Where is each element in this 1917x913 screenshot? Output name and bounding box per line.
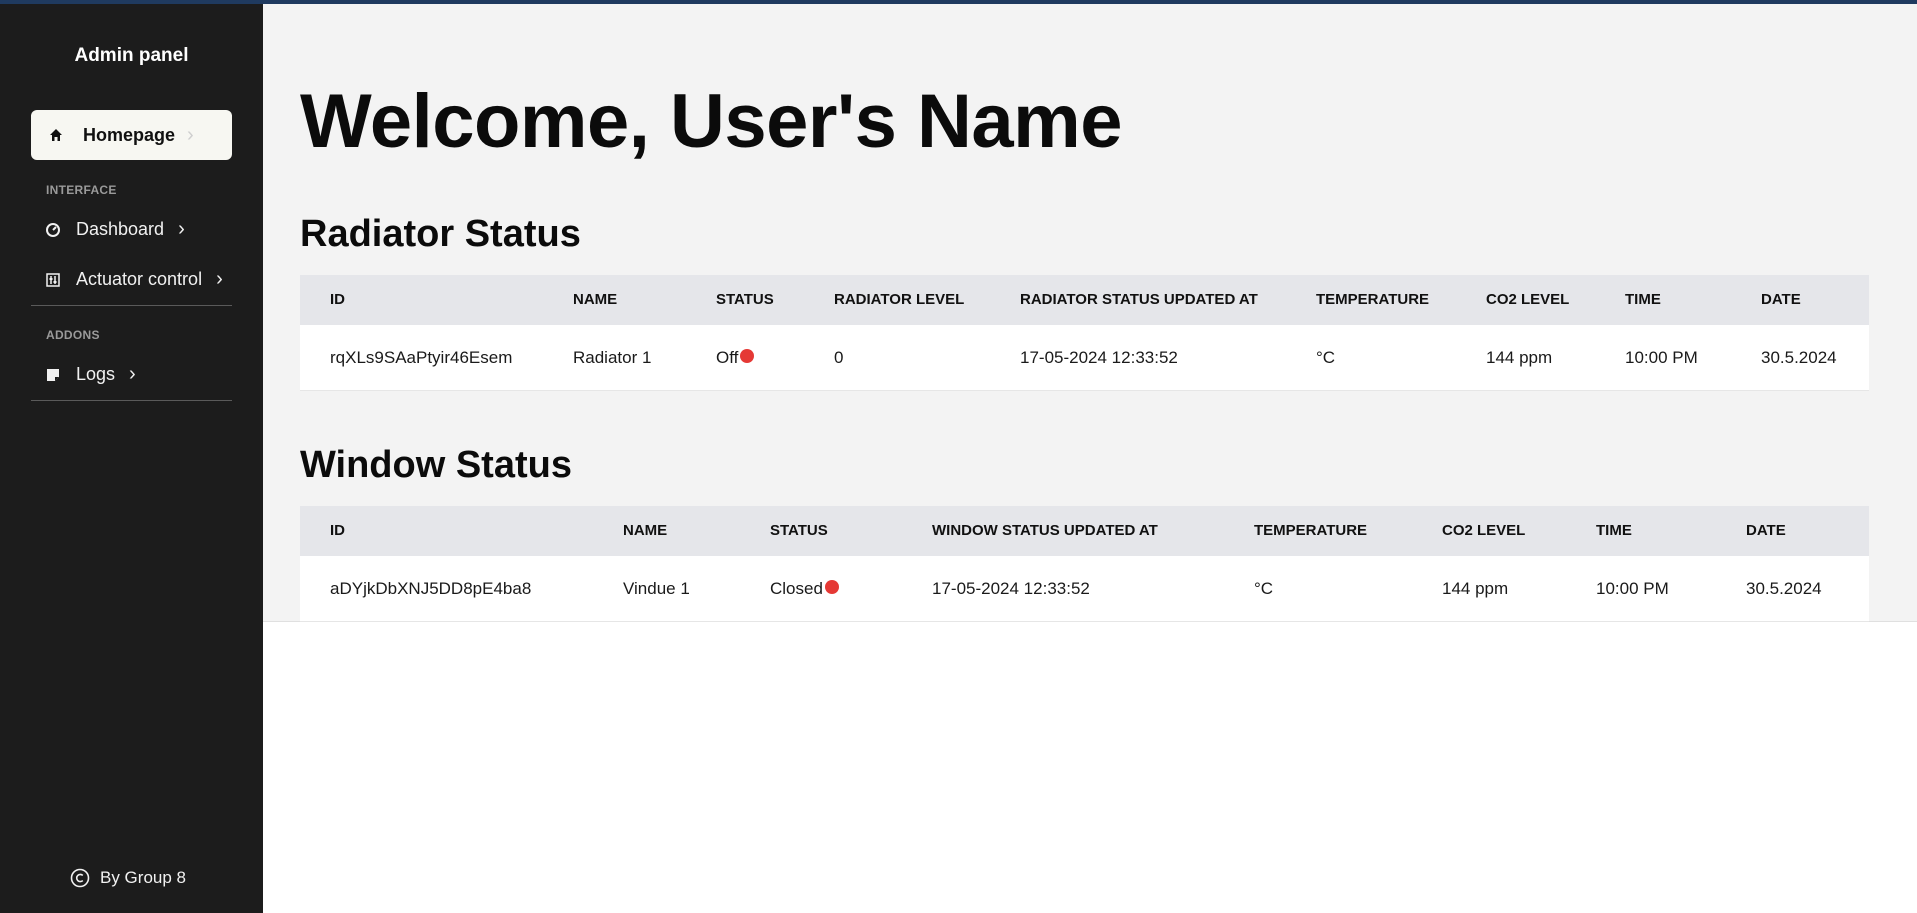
cell-co2-level: 144 ppm	[1442, 579, 1509, 598]
cell-temperature: °C	[1316, 348, 1336, 367]
copyright-icon	[70, 868, 90, 888]
cell-name: Radiator 1	[573, 348, 652, 367]
cell-date: 30.5.2024	[1746, 579, 1822, 598]
cell-status: Closed	[770, 556, 839, 621]
table-row: aDYjkDbXNJ5DD8pE4ba8 Vindue 1 Closed 17-…	[300, 556, 1869, 621]
cell-status: Off	[716, 325, 755, 390]
note-icon	[46, 368, 60, 382]
column-header: NAME	[573, 291, 618, 308]
column-header: TIME	[1625, 291, 1661, 308]
sidebar-item-label: Actuator control	[76, 269, 203, 289]
column-header: TEMPERATURE	[1316, 291, 1430, 308]
footer-text: By Group 8	[100, 868, 186, 887]
sidebar-item-label: Dashboard	[76, 219, 165, 239]
sidebar-divider	[31, 305, 232, 306]
cell-updated-at: 17-05-2024 12:33:52	[932, 579, 1090, 598]
sidebar-item-actuator-control[interactable]: Actuator control ›	[46, 268, 223, 291]
chevron-right-icon: ›	[187, 123, 194, 146]
home-icon	[49, 128, 63, 142]
sidebar: Admin panel Homepage › INTERFACE Dashboa…	[0, 0, 263, 913]
window-section-title: Window Status	[300, 444, 572, 486]
column-header: STATUS	[716, 291, 774, 308]
sidebar-footer: By Group 8	[70, 868, 186, 888]
cell-id: rqXLs9SAaPtyir46Esem	[330, 348, 513, 367]
sidebar-item-logs[interactable]: Logs ›	[46, 363, 136, 386]
section-label-interface: INTERFACE	[46, 183, 117, 197]
cell-updated-at: 17-05-2024 12:33:52	[1020, 348, 1178, 367]
cell-temperature: °C	[1254, 579, 1274, 598]
column-header: RADIATOR LEVEL	[834, 291, 965, 308]
table-header-row: ID NAME STATUS RADIATOR LEVEL RADIATOR S…	[300, 275, 1869, 325]
column-header: STATUS	[770, 522, 828, 539]
column-header: CO2 LEVEL	[1442, 522, 1526, 539]
section-label-addons: ADDONS	[46, 328, 100, 342]
cell-time: 10:00 PM	[1596, 579, 1669, 598]
top-accent-bar	[0, 0, 1917, 4]
radiator-section-title: Radiator Status	[300, 213, 581, 255]
status-dot-icon	[824, 579, 839, 594]
column-header: TIME	[1596, 522, 1632, 539]
cell-time: 10:00 PM	[1625, 348, 1698, 367]
cell-date: 30.5.2024	[1761, 348, 1837, 367]
sidebar-item-homepage[interactable]: Homepage ›	[31, 110, 232, 160]
column-header: DATE	[1761, 291, 1801, 308]
column-header: WINDOW STATUS UPDATED AT	[932, 522, 1158, 539]
status-dot-icon	[740, 348, 755, 363]
table-row: rqXLs9SAaPtyir46Esem Radiator 1 Off 0 17…	[300, 325, 1869, 390]
window-status-table: ID NAME STATUS WINDOW STATUS UPDATED AT …	[300, 506, 1869, 622]
column-header: NAME	[623, 522, 668, 539]
cell-radiator-level: 0	[834, 348, 844, 367]
cell-name: Vindue 1	[623, 579, 690, 598]
table-header-row: ID NAME STATUS WINDOW STATUS UPDATED AT …	[300, 506, 1869, 556]
chevron-right-icon: ›	[216, 268, 223, 290]
sidebar-item-dashboard[interactable]: Dashboard ›	[46, 218, 185, 241]
cell-id: aDYjkDbXNJ5DD8pE4ba8	[330, 579, 532, 598]
status-text: Off	[716, 348, 739, 367]
gauge-icon	[46, 222, 60, 237]
column-header: ID	[330, 291, 345, 308]
column-header: CO2 LEVEL	[1486, 291, 1570, 308]
radiator-status-table: ID NAME STATUS RADIATOR LEVEL RADIATOR S…	[300, 275, 1869, 391]
status-text: Closed	[770, 579, 823, 598]
column-header: RADIATOR STATUS UPDATED AT	[1020, 291, 1258, 308]
column-header: TEMPERATURE	[1254, 522, 1368, 539]
column-header: ID	[330, 522, 345, 539]
cell-co2-level: 144 ppm	[1486, 348, 1553, 367]
column-header: DATE	[1746, 522, 1786, 539]
chevron-right-icon: ›	[178, 218, 185, 240]
chevron-right-icon: ›	[129, 363, 136, 385]
brand-title: Admin panel	[74, 45, 189, 66]
sidebar-item-label: Logs	[76, 364, 116, 384]
sidebar-divider	[31, 400, 232, 401]
sliders-icon	[46, 272, 60, 287]
sidebar-item-label: Homepage	[83, 124, 176, 145]
page-title: Welcome, User's Name	[300, 79, 1122, 164]
